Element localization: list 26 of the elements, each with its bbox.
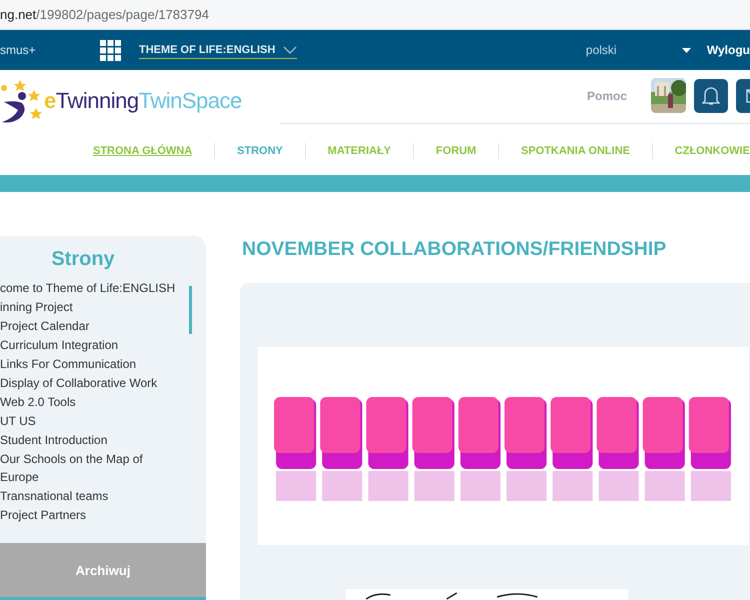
page-link[interactable]: Project Calendar (0, 317, 178, 336)
page-link[interactable]: Curriculum Integration (0, 336, 178, 355)
language-select[interactable]: polski (586, 43, 682, 57)
space-dropdown[interactable]: THEME OF LIFE:ENGLISH (139, 42, 298, 58)
bell-icon (702, 86, 720, 106)
page-link[interactable]: Student Introduction (0, 431, 178, 450)
caret-icon (682, 48, 691, 52)
program-link[interactable]: smus+ (0, 43, 100, 57)
page-link[interactable]: Web 2.0 Tools (0, 393, 178, 412)
page-link[interactable]: Project Partners (0, 506, 178, 525)
page-title: NOVEMBER COLLABORATIONS/FRIENDSHIP (242, 238, 668, 261)
page-link[interactable]: Links For Communication (0, 355, 178, 374)
logout-link[interactable]: Wylogu (706, 43, 750, 57)
chevron-icon (283, 46, 298, 54)
address-field[interactable]: ng.net/199802/pages/page/1783794 (0, 7, 209, 22)
page-link[interactable]: Display of Collaborative Work (0, 374, 178, 393)
page-link[interactable]: UT US (0, 412, 178, 431)
page-link[interactable]: inning Project (0, 298, 178, 317)
notifications-button[interactable] (694, 78, 728, 112)
page-link[interactable]: Transnational teams (0, 487, 178, 506)
page-link[interactable]: Our Schools on the Map of Europe (0, 450, 178, 487)
logo-text: eTwinningTwinSpace (44, 88, 242, 114)
app-grid-icon[interactable] (100, 40, 121, 60)
page-link[interactable]: come to Theme of Life:ENGLISH (0, 279, 178, 298)
scrollbar[interactable] (189, 286, 192, 334)
sidebar-title: Strony (50, 248, 116, 271)
